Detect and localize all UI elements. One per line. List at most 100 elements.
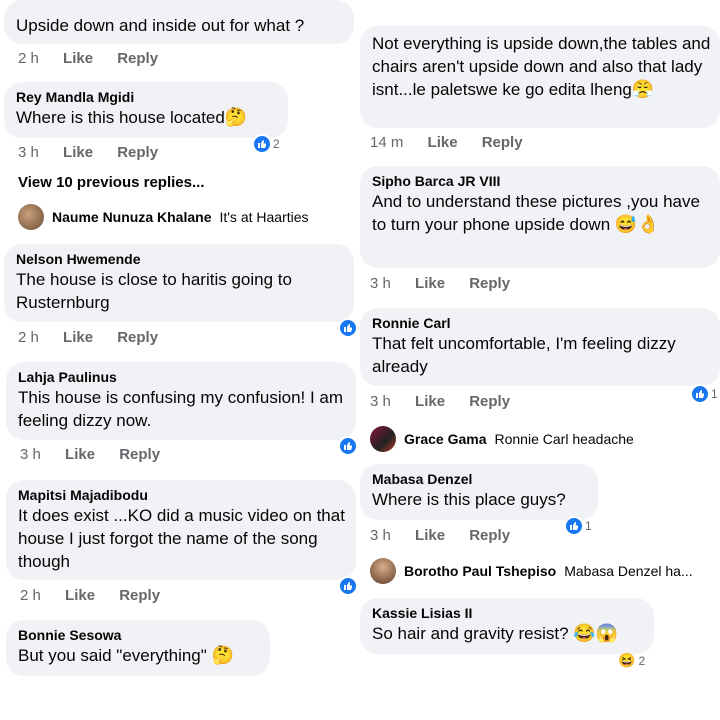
comment-time: 3 h [370,527,391,544]
reaction-count[interactable] [340,320,356,336]
reaction-number: 2 [638,653,646,668]
collapsed-reply[interactable]: Grace Gama Ronnie Carl headache [370,426,634,452]
comment-text: The house is close to haritis going to R… [16,270,292,312]
comment-text: But you said "everything" 🤔 [18,645,234,665]
thumbs-up-icon [254,136,270,152]
comment-meta: 14 m Like Reply [370,134,543,151]
like-button[interactable]: Like [65,446,95,463]
like-button[interactable]: Like [63,144,93,161]
reply-button[interactable]: Reply [482,134,523,151]
comment-text: Where is this place guys? [372,490,566,509]
avatar[interactable] [370,426,396,452]
comment-text: So hair and gravity resist? 😂😱 [372,623,619,643]
reply-author[interactable]: Naume Nunuza Khalane [52,209,211,225]
reaction-count[interactable] [340,438,356,454]
like-button[interactable]: Like [63,329,93,346]
comment-author[interactable]: Kassie Lisias II [372,604,642,622]
comment-time: 14 m [370,134,404,151]
comment-time: 3 h [370,275,391,292]
thumbs-up-icon [340,578,356,594]
thumbs-up-icon [692,386,708,402]
comment-bubble: Kassie Lisias II So hair and gravity res… [360,598,654,654]
reaction-count[interactable]: 1 [566,518,592,534]
comment-author[interactable]: Nelson Hwemende [16,250,342,268]
thumbs-up-icon [340,438,356,454]
comment-meta: 3 h Like Reply [20,446,180,463]
collapsed-reply[interactable]: Naume Nunuza Khalane It's at Haarties [18,204,309,230]
reaction-number: 1 [711,387,718,401]
avatar[interactable] [18,204,44,230]
comment-author[interactable]: Sipho Barca JR VIII [372,172,708,190]
laughing-shocked-emoji-icon: 😂😱 [573,623,619,643]
comment-time: 2 h [20,587,41,604]
laughing-emoji-icon: 😆 [618,652,636,668]
comment-meta: 3 h Like Reply [370,527,530,544]
reply-button[interactable]: Reply [469,275,510,292]
comment-time: 2 h [18,50,39,67]
comment-text: Upside down and inside out for what ? [16,16,305,35]
comment-text: That felt uncomfortable, I'm feeling diz… [372,334,676,376]
right-comment-column: Not everything is upside down,the tables… [360,0,720,720]
comment-meta: 3 h Like Reply [18,144,178,161]
comment-bubble: Mabasa Denzel Where is this place guys? [360,464,598,520]
comment-meta: 2 h Like Reply [18,50,178,67]
reply-preview-text: It's at Haarties [219,209,309,225]
like-button[interactable]: Like [63,50,93,67]
reaction-count[interactable]: 😆 2 [618,652,645,669]
thumbs-up-icon [566,518,582,534]
comment-meta: 3 h Like Reply [370,393,530,410]
like-button[interactable]: Like [428,134,458,151]
comment-author[interactable]: Bonnie Sesowa [18,626,258,644]
view-previous-replies-link[interactable]: View 10 previous replies... [18,174,204,191]
collapsed-reply[interactable]: Borotho Paul Tshepiso Mabasa Denzel ha..… [370,558,693,584]
thinking-emoji-icon: 🤔 [224,107,248,127]
comment-bubble: Upside down and inside out for what ? [4,0,354,44]
comment-meta: 3 h Like Reply [370,275,530,292]
reaction-count[interactable] [340,578,356,594]
reply-button[interactable]: Reply [119,587,160,604]
left-comment-column: Upside down and inside out for what ? 2 … [0,0,360,720]
comment-text: Not everything is upside down,the tables… [372,34,711,99]
like-button[interactable]: Like [415,527,445,544]
comment-author[interactable]: Mapitsi Majadibodu [18,486,344,504]
reply-button[interactable]: Reply [469,393,510,410]
comment-bubble: Not everything is upside down,the tables… [360,26,720,128]
comment-time: 2 h [18,329,39,346]
reply-button[interactable]: Reply [119,446,160,463]
comment-bubble: Nelson Hwemende The house is close to ha… [4,244,354,322]
reaction-count[interactable]: 1 [692,386,718,402]
reply-button[interactable]: Reply [117,144,158,161]
comment-time: 3 h [20,446,41,463]
comment-bubble: Mapitsi Majadibodu It does exist ...KO d… [6,480,356,580]
comment-author[interactable]: Lahja Paulinus [18,368,344,386]
comment-bubble: Rey Mandla Mgidi Where is this house loc… [4,82,288,138]
comment-author[interactable]: Ronnie Carl [372,314,708,332]
comment-author[interactable]: Rey Mandla Mgidi [16,88,276,106]
comment-meta: 2 h Like Reply [20,587,180,604]
comment-bubble: Lahja Paulinus This house is confusing m… [6,362,356,440]
like-button[interactable]: Like [65,587,95,604]
reaction-number: 2 [273,137,280,151]
sweat-smile-ok-emoji-icon: 😅👌 [614,214,660,234]
reply-author[interactable]: Borotho Paul Tshepiso [404,563,556,579]
comment-author[interactable]: Mabasa Denzel [372,470,586,488]
reply-button[interactable]: Reply [117,50,158,67]
comment-bubble: Sipho Barca JR VIII And to understand th… [360,166,720,268]
like-button[interactable]: Like [415,275,445,292]
reply-author[interactable]: Grace Gama [404,431,487,447]
comment-text: This house is confusing my confusion! I … [18,388,344,430]
comment-time: 3 h [18,144,39,161]
reply-button[interactable]: Reply [469,527,510,544]
comment-meta: 2 h Like Reply [18,329,178,346]
comment-bubble: Ronnie Carl That felt uncomfortable, I'm… [360,308,720,386]
thumbs-up-icon [340,320,356,336]
reply-button[interactable]: Reply [117,329,158,346]
comment-text: It does exist ...KO did a music video on… [18,506,345,571]
thinking-emoji-icon: 🤔 [211,645,234,665]
like-button[interactable]: Like [415,393,445,410]
avatar[interactable] [370,558,396,584]
comment-bubble: Bonnie Sesowa But you said "everything" … [6,620,270,676]
reply-preview-text: Mabasa Denzel ha... [564,563,693,579]
comment-text: And to understand these pictures ,you ha… [372,192,700,234]
reaction-count[interactable]: 2 [254,136,280,152]
